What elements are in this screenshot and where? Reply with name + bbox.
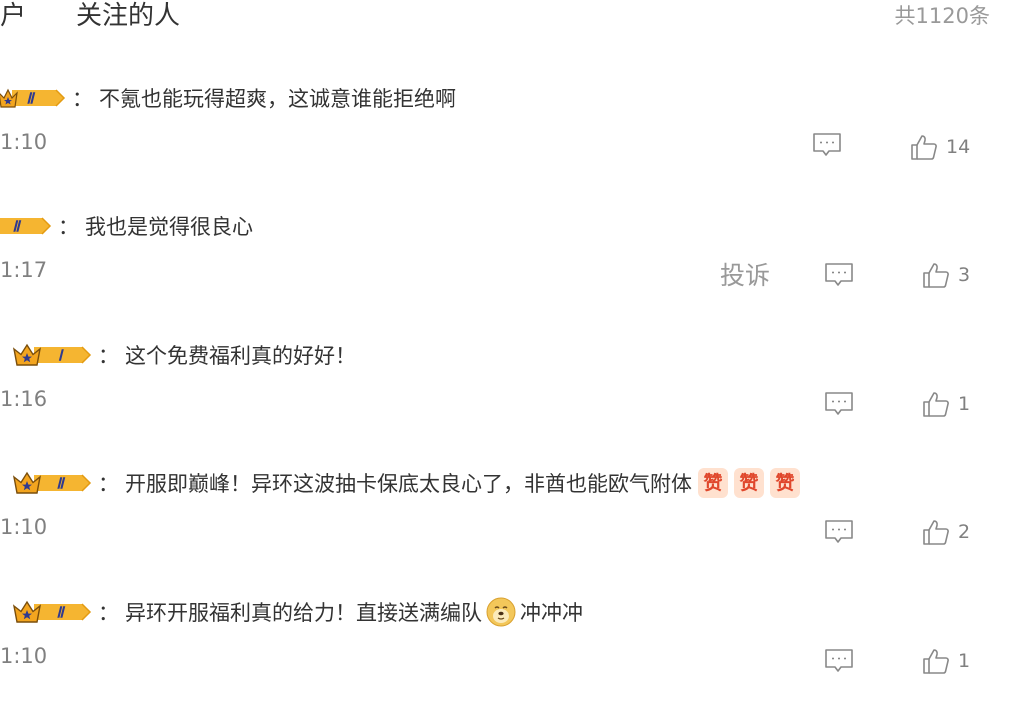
comment-item: Ⅱ ： 我也是觉得很良心 1:17 投诉 3 (0, 208, 1014, 336)
crown-badge-icon: Ⅱ (0, 213, 52, 239)
report-button[interactable]: 投诉 (720, 260, 770, 292)
comment-icon[interactable] (824, 262, 854, 288)
comment-icon[interactable] (824, 391, 854, 417)
like-button[interactable]: 14 (910, 132, 970, 162)
comment-time: 1:17 (0, 258, 48, 282)
crown-badge-icon: Ⅱ (12, 470, 92, 496)
comment-time: 1:16 (0, 387, 48, 411)
doge-emoji-icon (486, 597, 516, 627)
like-count: 1 (958, 393, 971, 415)
crown-badge-icon: Ⅱ (12, 599, 92, 625)
zan-emoji-icon: 赞 (734, 468, 764, 498)
like-count: 1 (958, 650, 971, 672)
comment-text: 这个免费福利真的好好！ (125, 344, 356, 368)
comment-text-suffix: 冲冲冲 (520, 601, 583, 625)
comment-time: 1:10 (0, 515, 48, 539)
comment-time: 1:10 (0, 644, 48, 668)
zan-emoji-icon: 赞 (698, 468, 728, 498)
tab-cut-off[interactable]: 户 (0, 0, 26, 32)
crown-badge-icon: Ⅰ (12, 342, 92, 368)
like-count: 14 (946, 136, 971, 158)
comment-item: Ⅱ ： 不氪也能玩得超爽，这诚意谁能拒绝啊 1:10 14 (0, 80, 1014, 208)
thumbs-up-icon (910, 133, 938, 161)
comment-colon: ： (98, 344, 119, 368)
comment-icon[interactable] (824, 519, 854, 545)
zan-emoji-icon: 赞 (770, 468, 800, 498)
like-count: 2 (958, 521, 971, 543)
crown-badge-icon: Ⅱ (0, 85, 66, 111)
comment-text: 我也是觉得很良心 (85, 215, 253, 239)
comment-text: 不氪也能玩得超爽，这诚意谁能拒绝啊 (99, 87, 456, 111)
tab-following[interactable]: 关注的人 (76, 0, 180, 32)
comment-text: 异环开服福利真的给力！直接送满编队 (125, 601, 482, 625)
comment-item: Ⅱ ： 开服即巅峰！异环这波抽卡保底太良心了，非酋也能欧气附体 赞 赞 赞 1:… (0, 465, 1014, 593)
like-count: 3 (958, 264, 971, 286)
like-button[interactable]: 1 (922, 646, 970, 676)
comment-text: 开服即巅峰！异环这波抽卡保底太良心了，非酋也能欧气附体 (125, 472, 692, 496)
comment-icon[interactable] (824, 648, 854, 674)
comment-colon: ： (98, 601, 119, 625)
thumbs-up-icon (922, 390, 950, 418)
thumbs-up-icon (922, 261, 950, 289)
comment-item: Ⅰ ： 这个免费福利真的好好！ 1:16 1 (0, 337, 1014, 465)
comment-colon: ： (72, 87, 93, 111)
thumbs-up-icon (922, 518, 950, 546)
thumbs-up-icon (922, 647, 950, 675)
comment-icon[interactable] (812, 132, 842, 158)
comment-colon: ： (98, 472, 119, 496)
comment-item: Ⅱ ： 异环开服福利真的给力！直接送满编队 冲冲冲 1:10 1 (0, 594, 1014, 722)
like-button[interactable]: 1 (922, 389, 970, 419)
comment-colon: ： (58, 215, 79, 239)
comment-total-count: 共1120条 (894, 4, 990, 28)
like-button[interactable]: 2 (922, 517, 970, 547)
like-button[interactable]: 3 (922, 260, 970, 290)
comment-time: 1:10 (0, 130, 48, 154)
